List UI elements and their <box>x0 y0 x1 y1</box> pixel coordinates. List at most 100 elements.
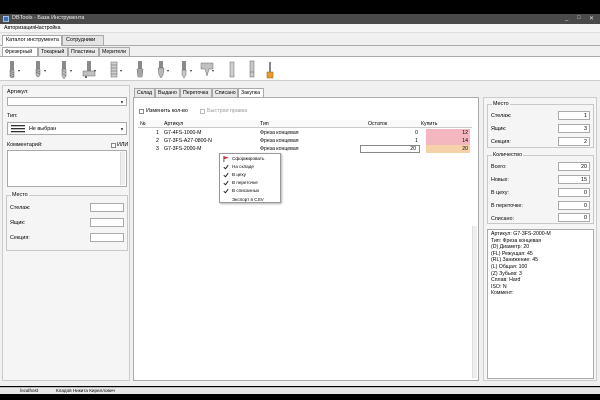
menu-item-label: В цеху <box>232 172 246 177</box>
total-value[interactable]: 20 <box>558 162 590 171</box>
tab-regrind[interactable]: Переточка <box>180 88 212 97</box>
col-type[interactable]: Тип <box>260 121 269 127</box>
app-window: DBTools - База Инструмента _ □ ✕ Авториз… <box>0 14 600 394</box>
reamer-icon[interactable] <box>226 60 242 79</box>
regrind-value[interactable]: 0 <box>558 201 590 210</box>
table-scrollbar[interactable] <box>472 226 477 378</box>
rack-input[interactable] <box>90 203 124 212</box>
row-buy: 20 <box>462 146 468 152</box>
tab-issued[interactable]: Выдано <box>155 88 180 97</box>
row-article: G7-3FS-2000-M <box>164 146 202 152</box>
table-row[interactable]: 2 G7-3FS-A27-0800-N Фреза концевая 1 14 <box>138 137 472 145</box>
right-rack-value[interactable]: 1 <box>558 111 590 120</box>
tab-written-off[interactable]: Списано <box>212 88 238 97</box>
table-row[interactable]: 1 G7-4FS-1000-M Фреза концевая 0 12 <box>138 129 472 137</box>
row-article: G7-3FS-A27-0800-N <box>164 138 212 144</box>
place-group: Место Стелаж: Ящик: Секция: <box>6 192 128 251</box>
shell-mill-icon[interactable]: ▾ <box>200 60 216 79</box>
col-number[interactable]: № <box>140 121 146 127</box>
col-article[interactable]: Артикул <box>164 121 183 127</box>
shop-value[interactable]: 0 <box>558 188 590 197</box>
list-icon <box>11 125 25 135</box>
right-box-value[interactable]: 3 <box>558 124 590 133</box>
chevron-down-icon: ▾ <box>120 68 123 73</box>
comment-scrollbar[interactable] <box>120 152 125 185</box>
tab-catalog[interactable]: Каталог инструмента <box>2 35 62 46</box>
chamfer-icon[interactable]: ▾ <box>178 60 194 79</box>
row-number: 1 <box>156 130 159 136</box>
menu-item-settings[interactable]: Настройка <box>35 25 61 31</box>
boring-bar-icon[interactable]: ▾ <box>82 60 98 79</box>
row-type: Фреза концевая <box>260 146 299 152</box>
chevron-down-icon: ▾ <box>44 68 47 73</box>
row-buy-cell[interactable]: 14 <box>426 137 470 145</box>
comment-label: Комментарий: <box>7 142 43 148</box>
details-panel: Место Стелаж: 1 Ящик: 3 Секция: 2 Количе… <box>483 97 597 381</box>
stock-edit-field[interactable]: 20 <box>360 145 420 153</box>
row-buy-cell[interactable]: 20 <box>426 145 470 153</box>
info-line: (D) Диаметр: 20 <box>491 244 530 251</box>
tool-info-box: Артикул: G7-3FS-2000-M Тип: Фреза концев… <box>487 229 594 379</box>
info-line: Артикул: G7-3FS-2000-M <box>491 231 551 237</box>
or-checkbox[interactable] <box>111 143 116 148</box>
info-line: Сплав: Hard <box>491 277 521 284</box>
ball-mill-icon[interactable]: ▾ <box>32 60 48 79</box>
right-section-value[interactable]: 2 <box>558 137 590 146</box>
place-group-title: Место <box>11 192 29 198</box>
new-value[interactable]: 15 <box>558 175 590 184</box>
thread-mill-icon[interactable] <box>134 60 150 79</box>
new-label: Новых: <box>491 177 509 183</box>
tab-milling[interactable]: Фрезерный <box>2 47 38 56</box>
chevron-down-icon: ▾ <box>94 68 97 73</box>
center-drill-icon[interactable] <box>264 60 280 79</box>
tab-gauges[interactable]: Мерители <box>99 47 130 56</box>
drill-icon[interactable]: ▾ <box>58 60 74 79</box>
row-number: 3 <box>156 146 159 152</box>
written-value[interactable]: 0 <box>558 213 590 222</box>
menu-item-generate[interactable]: Сформировать <box>220 155 282 163</box>
app-icon <box>3 16 9 22</box>
info-line: (L) Общая: 100 <box>491 263 528 270</box>
collet-icon[interactable] <box>246 60 262 79</box>
comment-field[interactable] <box>7 150 127 187</box>
quick-edit-checkbox[interactable] <box>200 109 205 114</box>
menu-item-in-shop[interactable]: В цеху <box>220 171 282 179</box>
tab-inserts[interactable]: Пластины <box>68 47 99 56</box>
right-rack-label: Стелаж: <box>491 113 512 119</box>
tap-holder-icon[interactable]: ▾ <box>108 60 124 79</box>
tab-employees[interactable]: Сотрудники <box>62 35 104 45</box>
menu-item-in-stock[interactable]: На складе <box>220 163 282 171</box>
end-mill-icon[interactable]: ▾ <box>6 60 22 79</box>
minimize-button[interactable]: _ <box>565 15 568 21</box>
close-button[interactable]: ✕ <box>589 15 594 22</box>
context-menu: Сформировать На складе В цеху В переточк… <box>219 153 281 203</box>
box-input[interactable] <box>90 218 124 227</box>
right-section-label: Секция: <box>491 139 511 145</box>
menu-item-auth[interactable]: Авторизация <box>4 25 35 31</box>
row-buy-cell[interactable]: 12 <box>426 129 470 137</box>
menu-item-export-csv[interactable]: Экспорт в CSV <box>220 196 282 204</box>
section-label: Секция: <box>10 235 30 241</box>
section-input[interactable] <box>90 233 124 242</box>
qty-group-title: Количество <box>492 152 523 158</box>
tab-turning[interactable]: Токарный <box>38 47 68 56</box>
check-icon <box>223 180 229 186</box>
qty-group: Количество Всего: 20 Новых: 15 В цеху: 0… <box>487 152 594 224</box>
table-row[interactable]: 3 G7-3FS-2000-M Фреза концевая 20 20 <box>138 145 472 153</box>
col-stock[interactable]: Остаток <box>368 121 387 127</box>
edit-qty-checkbox[interactable] <box>139 109 144 114</box>
status-host: localhost <box>20 388 39 393</box>
maximize-button[interactable]: □ <box>577 15 581 21</box>
window-title: DBTools - База Инструмента <box>12 15 85 21</box>
col-buy[interactable]: Купить <box>421 121 437 127</box>
regrind-label: В переточке: <box>491 203 523 209</box>
tab-warehouse[interactable]: Склад <box>134 88 155 97</box>
info-line: Коммент: <box>491 290 514 297</box>
tab-divider <box>0 45 600 46</box>
face-mill-icon[interactable]: ▾ <box>155 60 171 79</box>
type-combo[interactable]: Не выбран ▼ <box>7 122 127 135</box>
menu-item-written-off[interactable]: В списанных <box>220 187 282 195</box>
menu-item-in-regrind[interactable]: В переточке <box>220 179 282 187</box>
right-box-label: Ящик: <box>491 126 507 132</box>
article-combo[interactable]: ▼ <box>7 97 127 106</box>
